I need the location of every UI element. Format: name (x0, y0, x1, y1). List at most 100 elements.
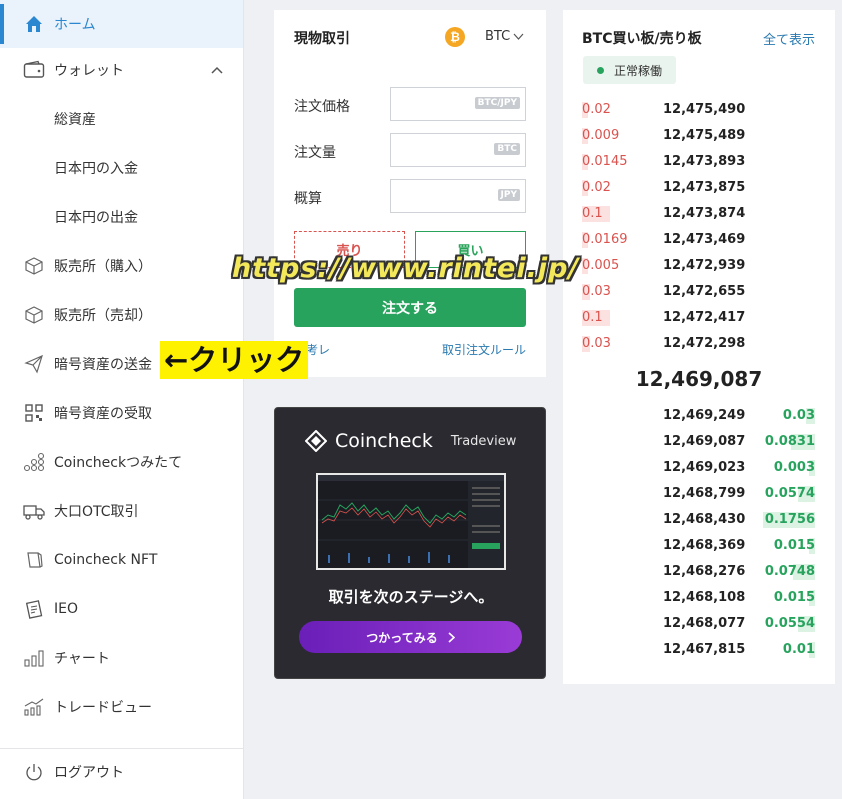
bid-price: 12,468,430 (663, 512, 746, 527)
sidebar-item-exchange-buy[interactable]: 販売所（購入） (0, 242, 243, 290)
bid-price: 12,469,249 (663, 408, 746, 423)
sidebar-item-chart[interactable]: チャート (0, 634, 243, 682)
sidebar-item-ieo[interactable]: IEO (0, 585, 243, 633)
estimate-input[interactable]: JPY (390, 179, 526, 213)
bid-row[interactable]: 12,467,815 0.01 (563, 641, 835, 661)
cube-icon (22, 254, 46, 278)
bitcoin-icon: ₿ (445, 27, 465, 47)
sidebar-item-label: IEO (54, 601, 78, 617)
place-order-button[interactable]: 注文する (294, 288, 526, 327)
sidebar-item-nft[interactable]: Coincheck NFT (0, 536, 243, 584)
ask-row[interactable]: 0.0145 12,473,893 (563, 153, 835, 173)
truck-icon (22, 499, 46, 523)
ask-row[interactable]: 0.1 12,472,417 (563, 309, 835, 329)
chevron-down-icon (513, 33, 524, 40)
try-it-button[interactable]: つかってみる (299, 621, 522, 653)
ask-row[interactable]: 0.005 12,472,939 (563, 257, 835, 277)
bid-qty: 0.0554 (764, 616, 815, 631)
show-all-link[interactable]: 全て表示 (763, 29, 815, 48)
sidebar-item-crypto-receive[interactable]: 暗号資産の受取 (0, 389, 243, 437)
ask-qty: 0.009 (582, 128, 620, 143)
bid-row[interactable]: 12,469,249 0.03 (563, 407, 835, 427)
home-icon (22, 12, 46, 36)
qr-code-icon (22, 401, 46, 425)
banner-title: 取引を次のステージへ。 (328, 588, 494, 606)
ask-row[interactable]: 0.1 12,473,874 (563, 205, 835, 225)
ask-price: 12,472,939 (663, 258, 746, 273)
ask-price: 12,475,490 (663, 102, 746, 117)
ask-row[interactable]: 0.03 12,472,655 (563, 283, 835, 303)
amount-input[interactable]: BTC (390, 133, 526, 167)
ask-price: 12,472,298 (663, 336, 746, 351)
sidebar-item-wallet[interactable]: ウォレット (0, 46, 243, 94)
sidebar-item-label: 販売所（購入） (54, 259, 152, 275)
sidebar-item-tsumitate[interactable]: Coincheckつみたて (0, 438, 243, 486)
paper-plane-icon (22, 352, 46, 376)
sidebar-item-home[interactable]: ホーム (0, 0, 243, 48)
bid-row[interactable]: 12,469,087 0.0831 (563, 433, 835, 453)
ask-price: 12,473,893 (663, 154, 746, 169)
coincheck-logo-icon (305, 430, 327, 452)
ask-qty: 0.02 (582, 102, 611, 117)
sidebar-item-label: 日本円の入金 (54, 161, 138, 177)
spot-trade-panel: 現物取引 ₿ BTC 注文価格 BTC/JPY 注文量 BTC 概算 JPY 売… (274, 10, 546, 377)
ask-row[interactable]: 0.03 12,472,298 (563, 335, 835, 355)
brand-name: Coincheck (335, 430, 433, 452)
sidebar-item-label: Coincheck NFT (54, 552, 158, 568)
bid-row[interactable]: 12,468,799 0.0574 (563, 485, 835, 505)
coincheck-logo: Coincheck Tradeview (305, 430, 516, 452)
status-dot-icon (597, 66, 604, 74)
bid-qty: 0.015 (773, 538, 815, 553)
bid-row[interactable]: 12,468,108 0.015 (563, 589, 835, 609)
bid-price: 12,468,276 (663, 564, 746, 579)
sidebar-item-otc[interactable]: 大口OTC取引 (0, 487, 243, 535)
sidebar-item-jpy-withdraw[interactable]: 日本円の出金 (0, 193, 243, 241)
ask-price: 12,472,655 (663, 284, 746, 299)
ask-row[interactable]: 0.0169 12,473,469 (563, 231, 835, 251)
sidebar-item-jpy-deposit[interactable]: 日本円の入金 (0, 144, 243, 192)
url-watermark: https://www.rintei.jp/ (232, 253, 580, 284)
sidebar-item-total-assets[interactable]: 総資産 (0, 95, 243, 143)
sidebar-item-label: 暗号資産の送金 (54, 357, 152, 373)
sidebar-item-label: ログアウト (54, 765, 124, 781)
power-icon (22, 760, 46, 784)
sidebar-item-label: 暗号資産の受取 (54, 406, 152, 422)
bid-qty: 0.015 (773, 590, 815, 605)
ask-qty: 0.1 (582, 310, 603, 325)
bid-row[interactable]: 12,468,430 0.1756 (563, 511, 835, 531)
ask-row[interactable]: 0.02 12,473,875 (563, 179, 835, 199)
trade-rule-link[interactable]: 取引注文ルール (442, 341, 526, 358)
unit-badge: BTC (494, 143, 520, 155)
ask-price: 12,473,469 (663, 232, 746, 247)
ask-qty: 0.005 (582, 258, 620, 273)
pair-selector[interactable]: BTC (485, 29, 524, 44)
sidebar-item-label: Coincheckつみたて (54, 455, 183, 471)
ask-qty: 0.03 (582, 284, 611, 299)
ask-row[interactable]: 0.009 12,475,489 (563, 127, 835, 147)
bid-price: 12,469,023 (663, 460, 746, 475)
price-input[interactable]: BTC/JPY (390, 87, 526, 121)
product-name: Tradeview (450, 433, 517, 449)
sidebar-item-tradeview[interactable]: トレードビュー (0, 683, 243, 731)
sidebar-item-label: チャート (54, 651, 110, 667)
chevron-right-icon (448, 631, 455, 643)
bid-qty: 0.0574 (764, 486, 815, 501)
bid-qty: 0.1756 (764, 512, 815, 527)
bid-row[interactable]: 12,468,369 0.015 (563, 537, 835, 557)
tradeview-banner[interactable]: Coincheck Tradeview 取引を次のステージへ。 つかってみる (274, 407, 546, 679)
bid-row[interactable]: 12,469,023 0.003 (563, 459, 835, 479)
sidebar: ホーム ウォレット 総資産 日本円の入金 日本円の出金 販売所（購入） 販売所（… (0, 0, 244, 799)
bid-price: 12,468,369 (663, 538, 746, 553)
chevron-up-icon[interactable] (211, 62, 223, 78)
bid-row[interactable]: 12,468,077 0.0554 (563, 615, 835, 635)
status-text: 正常稼働 (614, 63, 663, 78)
ask-row[interactable]: 0.02 12,475,490 (563, 101, 835, 121)
click-annotation: ←クリック (160, 341, 309, 379)
sidebar-item-label: 販売所（売却） (54, 308, 152, 324)
sidebar-item-logout[interactable]: ログアウト (0, 748, 243, 796)
bid-row[interactable]: 12,468,276 0.0748 (563, 563, 835, 583)
sidebar-item-label: 大口OTC取引 (54, 504, 139, 520)
price-label: 注文価格 (294, 99, 350, 115)
cta-label: つかってみる (366, 630, 438, 645)
sidebar-item-exchange-sell[interactable]: 販売所（売却） (0, 291, 243, 339)
